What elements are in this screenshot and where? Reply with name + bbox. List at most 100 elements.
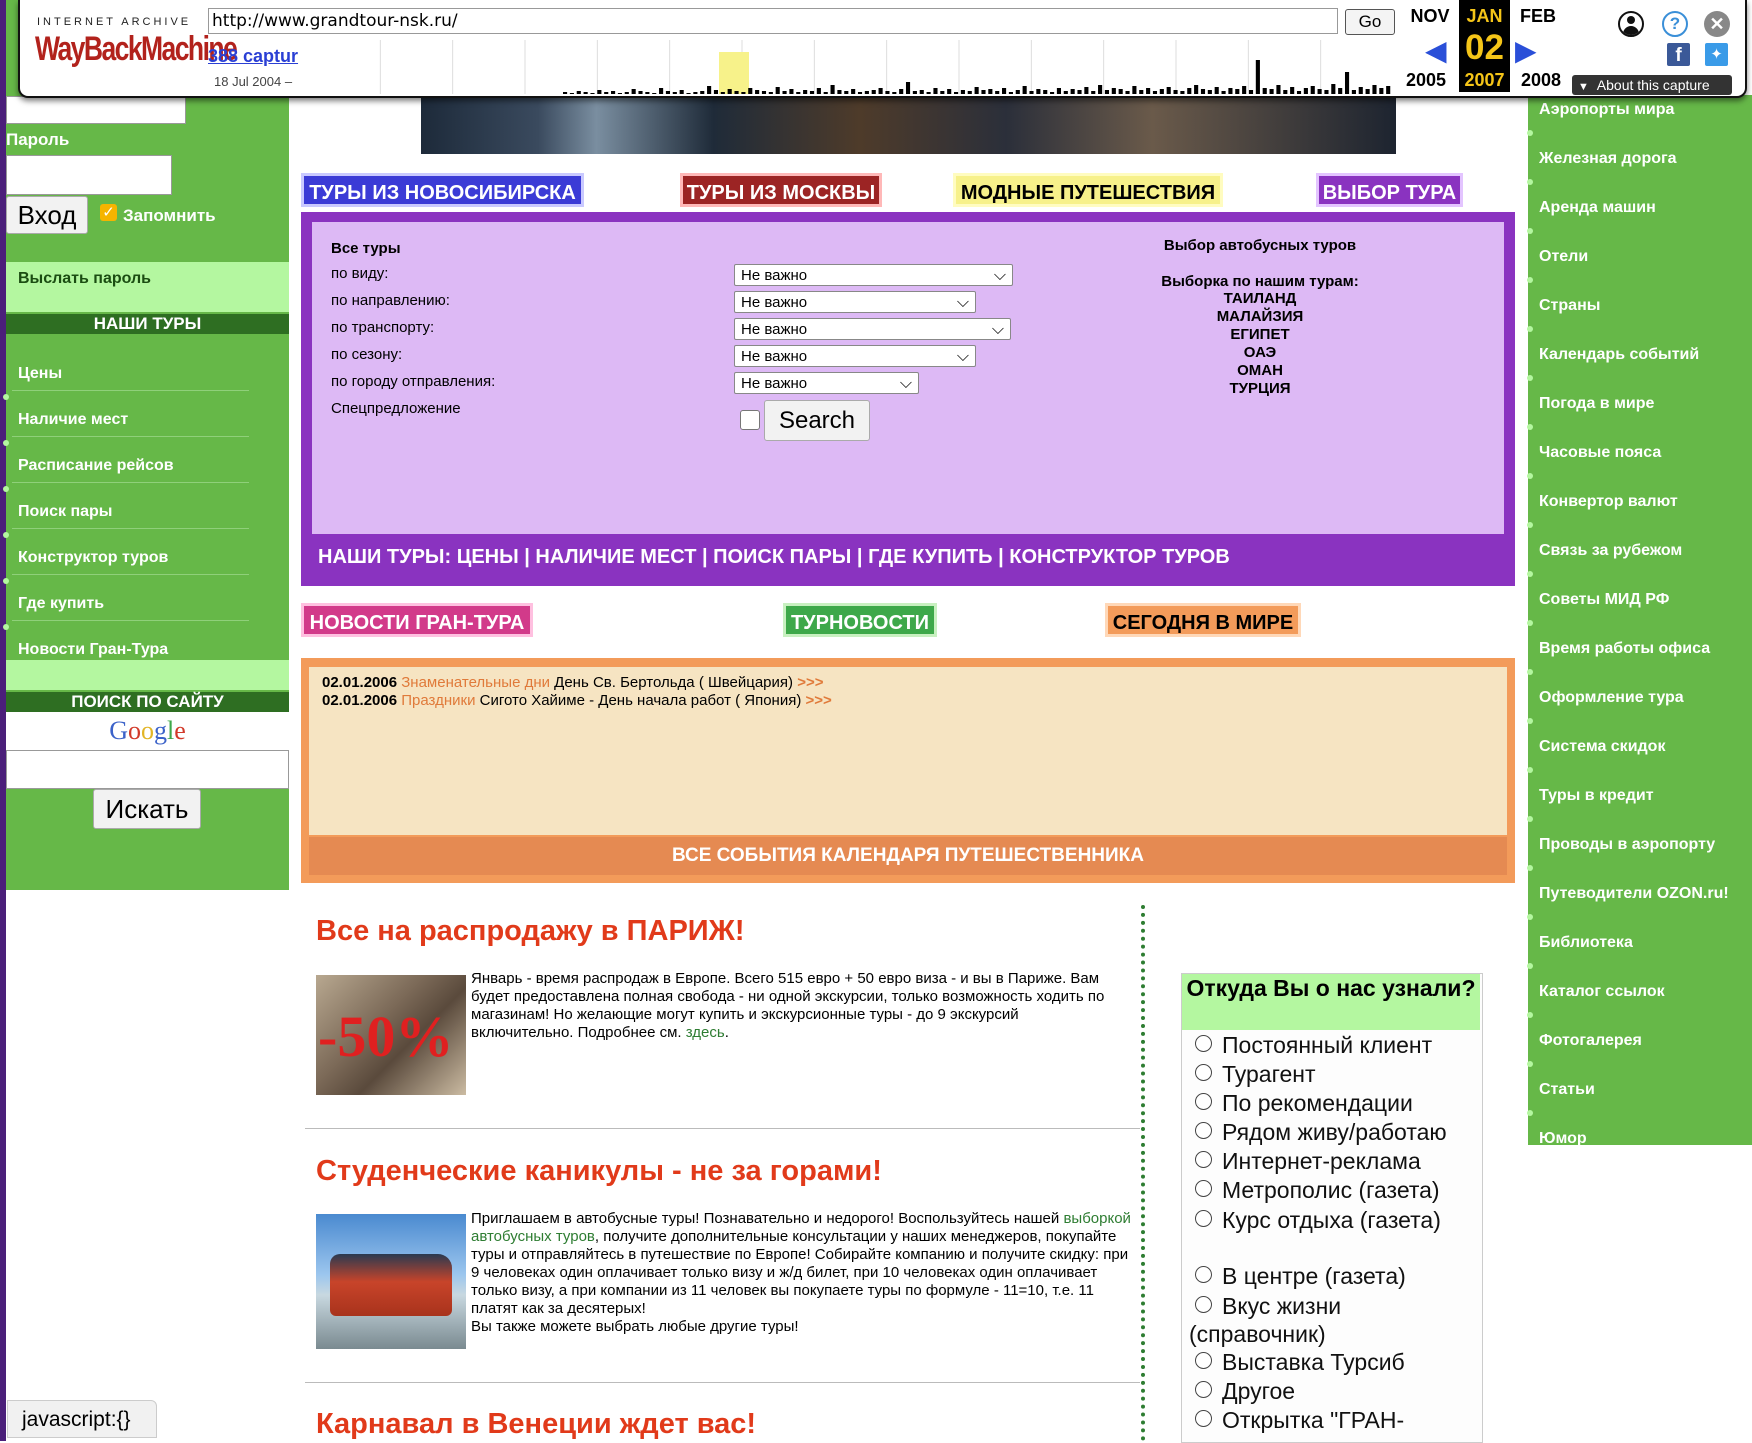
tab-tours-from-moscow[interactable]: ТУРЫ ИЗ МОСКВЫ [680,173,882,207]
right-link-time-zones[interactable]: Часовые пояса [1539,444,1661,462]
histogram-bar[interactable] [988,89,993,94]
histogram-bar[interactable] [933,88,938,94]
calendar-more-link[interactable]: >>> [806,692,832,709]
histogram-bar[interactable] [1338,88,1343,94]
histogram-bar[interactable] [995,91,1000,94]
histogram-bar[interactable] [638,91,643,94]
left-link-news[interactable]: Новости Гран-Тура [18,641,168,659]
wayback-go-button[interactable]: Go [1345,9,1395,35]
right-link-credit-tours[interactable]: Туры в кредит [1539,787,1654,805]
wayback-url-input[interactable]: http://www.grandtour-nsk.ru/ [208,8,1338,34]
survey-option[interactable]: Выставка Турсиб [1195,1349,1405,1376]
next-capture-arrow-icon[interactable]: ▶ [1515,34,1537,67]
radio-button[interactable] [1195,1381,1212,1399]
histogram-bar[interactable] [1125,91,1130,94]
histogram-bar[interactable] [1262,88,1267,94]
radio-button[interactable] [1195,1410,1212,1428]
special-offer-checkbox[interactable] [740,410,760,430]
right-link-currency-converter[interactable]: Конвертор валют [1539,493,1678,511]
histogram-bar[interactable] [974,87,979,94]
histogram-bar[interactable] [604,92,609,94]
histogram-bar[interactable] [823,92,828,94]
histogram-bar[interactable] [1235,89,1240,94]
histogram-bar[interactable] [953,92,959,94]
histogram-bar[interactable] [720,92,725,94]
login-field[interactable] [6,96,186,124]
prev-year[interactable]: 2005 [1398,70,1454,91]
histogram-bar[interactable] [789,89,794,94]
right-link-ozon-guides[interactable]: Путеводители OZON.ru! [1539,885,1729,903]
histogram-bar[interactable] [652,93,657,94]
histogram-bar[interactable] [1146,88,1151,94]
survey-option[interactable]: В центре (газета) [1195,1263,1406,1290]
histogram-bar[interactable] [919,90,924,94]
histogram-bar[interactable] [1351,90,1356,94]
tab-tours-from-novosibirsk[interactable]: ТУРЫ ИЗ НОВОСИБИРСКА [301,173,584,207]
histogram-bar[interactable] [1214,87,1219,94]
histogram-bar[interactable] [659,88,664,94]
histogram-bar[interactable] [700,91,705,94]
prev-capture-arrow-icon[interactable]: ◀ [1425,34,1447,67]
histogram-bar[interactable] [1194,85,1199,94]
histogram-bar[interactable] [624,92,629,94]
right-link-library[interactable]: Библиотека [1539,934,1633,952]
survey-option[interactable]: По рекомендации [1195,1090,1413,1117]
histogram-bar[interactable] [892,92,897,94]
left-link-prices[interactable]: Цены [18,365,62,383]
right-link-airports[interactable]: Аэропорты мира [1539,101,1674,119]
radio-button[interactable] [1195,1151,1212,1169]
left-link-availability[interactable]: Наличие мест [18,411,128,429]
histogram-bar[interactable] [686,93,691,94]
histogram-bar[interactable] [1008,92,1013,94]
histogram-bar[interactable] [1002,88,1007,94]
about-capture-button[interactable]: ▼ About this capture [1572,75,1732,95]
histogram-bar[interactable] [1296,91,1302,94]
histogram-bar[interactable] [1166,87,1171,94]
all-events-link[interactable]: ВСЕ СОБЫТИЯ КАЛЕНДАРЯ ПУТЕШЕСТВЕННИКА [309,837,1507,875]
histogram-bar[interactable] [864,91,869,94]
histogram-bar[interactable] [981,90,986,94]
histogram-bar[interactable] [761,91,767,94]
histogram-bar[interactable] [871,90,876,94]
histogram-bar[interactable] [905,82,911,94]
histogram-bar[interactable] [782,91,787,94]
right-link-photo-gallery[interactable]: Фотогалерея [1539,1032,1642,1050]
histogram-bar[interactable] [1070,89,1075,94]
captures-link[interactable]: 388 captur [208,46,298,67]
article-title[interactable]: Студенческие каникулы - не за горами! [316,1155,882,1188]
radio-button[interactable] [1195,1266,1212,1284]
article-title[interactable]: Карнавал в Венеции ждет вас! [316,1408,756,1441]
password-field[interactable] [6,155,172,195]
histogram-bar[interactable] [645,92,650,94]
histogram-bar[interactable] [617,93,622,94]
histogram-bar[interactable] [1242,86,1247,94]
histogram-bar[interactable] [857,92,863,94]
site-search-button[interactable]: Искать [93,789,201,829]
destination-link[interactable]: ОМАН [1110,362,1410,379]
histogram-bar[interactable] [1283,90,1288,94]
histogram-bar[interactable] [809,91,815,94]
histogram-bar[interactable] [707,86,712,94]
histogram-bar[interactable] [1015,90,1020,94]
left-link-where-to-buy[interactable]: Где купить [18,595,104,613]
histogram-bar[interactable] [1084,87,1089,94]
histogram-bar[interactable] [878,88,883,94]
histogram-bar[interactable] [734,91,739,94]
right-link-car-rental[interactable]: Аренда машин [1539,199,1656,217]
calendar-category-link[interactable]: Знаменательные дни [401,674,550,691]
survey-option[interactable]: Рядом живу/работаю [1195,1119,1447,1146]
histogram-bar[interactable] [1063,91,1068,94]
tab-choose-tour[interactable]: ВЫБОР ТУРА [1316,173,1463,207]
tab-today-in-world[interactable]: СЕГОДНЯ В МИРЕ [1105,603,1301,637]
histogram-bar[interactable] [1310,86,1315,94]
histogram-bar[interactable] [796,92,801,94]
histogram-bar[interactable] [1139,90,1144,94]
histogram-bar[interactable] [755,90,760,94]
histogram-bar[interactable] [590,93,595,94]
capture-histogram[interactable] [308,40,1393,94]
tab-fashion-travel[interactable]: МОДНЫЕ ПУТЕШЕСТВИЯ [953,173,1223,207]
search-button[interactable]: Search [764,400,870,441]
histogram-bar[interactable] [1365,89,1370,94]
destination-link[interactable]: ЕГИПЕТ [1110,326,1410,343]
article-title[interactable]: Все на распродажу в ПАРИЖ! [316,915,745,948]
